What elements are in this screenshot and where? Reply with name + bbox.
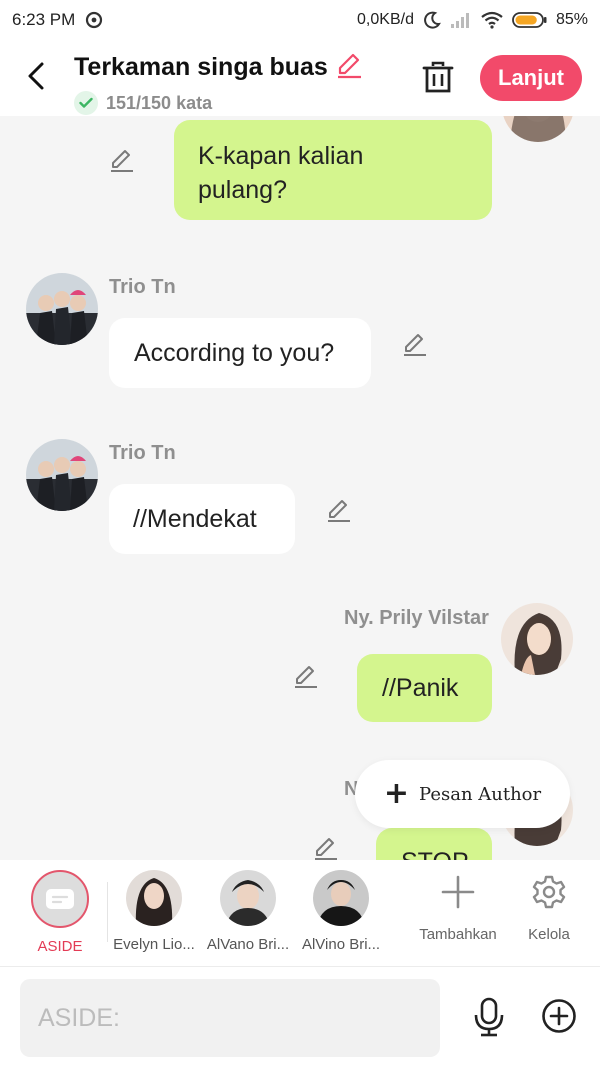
- sync-icon: [85, 11, 103, 29]
- edit-title-icon[interactable]: [334, 50, 364, 85]
- character-label: Evelyn Lio...: [113, 936, 195, 953]
- message-bubble[interactable]: //Mendekat: [109, 484, 295, 554]
- battery-icon: [512, 11, 548, 29]
- plus-icon: +: [383, 776, 410, 811]
- message-bubble[interactable]: //Panik: [357, 654, 492, 722]
- character-label: AlVino Bri...: [301, 936, 381, 953]
- manage-button[interactable]: Kelola: [504, 872, 594, 943]
- message-text: //Mendekat: [133, 505, 257, 533]
- signal-icon: [450, 11, 472, 29]
- add-attachment-button[interactable]: [541, 998, 577, 1034]
- aside-avatar: [31, 870, 89, 928]
- story-title: Terkaman singa buas: [74, 53, 328, 81]
- chat-bubble-icon: [46, 889, 74, 909]
- word-count: 151/150 kata: [106, 92, 213, 113]
- message-text: STOP: [401, 845, 469, 860]
- input-bar: [0, 966, 600, 1067]
- add-author-message-button[interactable]: + Pesan Author: [355, 760, 570, 828]
- add-author-message-label: Pesan Author: [419, 783, 542, 805]
- manage-label: Kelola: [528, 926, 570, 943]
- battery-percent: 85%: [555, 11, 588, 28]
- microphone-icon: [474, 997, 504, 1037]
- avatar-trio[interactable]: [26, 439, 98, 511]
- edit-message-icon[interactable]: [312, 834, 340, 860]
- delete-button[interactable]: [418, 56, 458, 98]
- character-avatar: [126, 870, 182, 926]
- character-avatar: [313, 870, 369, 926]
- message-input[interactable]: [20, 979, 440, 1057]
- back-button[interactable]: [18, 56, 54, 96]
- avatar-prily-top[interactable]: [502, 116, 574, 142]
- chat-area[interactable]: K-kapan kalian pulang? Trio Tn According…: [0, 116, 600, 860]
- status-bar: 6:23 PM 0,0KB/d 85%: [0, 0, 600, 40]
- character-evelyn[interactable]: Evelyn Lio...: [108, 870, 200, 953]
- character-alvano[interactable]: AlVano Bri...: [202, 870, 294, 953]
- trash-icon: [422, 61, 454, 93]
- gear-icon: [504, 872, 594, 912]
- character-avatar: [220, 870, 276, 926]
- avatar-trio[interactable]: [26, 273, 98, 345]
- message-bubble[interactable]: STOP: [376, 828, 492, 860]
- character-alvino[interactable]: AlVino Bri...: [295, 870, 387, 953]
- avatar-prily[interactable]: [501, 603, 573, 675]
- voice-button[interactable]: [470, 997, 508, 1037]
- add-character-button[interactable]: Tambahkan: [413, 872, 503, 943]
- check-icon: [74, 91, 98, 115]
- edit-message-icon[interactable]: [401, 330, 429, 358]
- character-label: AlVano Bri...: [206, 936, 290, 953]
- message-text: pulang?: [198, 176, 287, 204]
- plus-icon: [413, 872, 503, 912]
- sender-name: Ny. Prily Vilstar: [344, 607, 489, 629]
- edit-message-icon[interactable]: [292, 662, 320, 690]
- message-text: K-kapan kalian: [198, 142, 364, 170]
- header: Terkaman singa buas 151/150 kata Lanjut: [0, 40, 600, 116]
- message-text: //Panik: [382, 674, 459, 702]
- message-bubble[interactable]: According to you?: [109, 318, 371, 388]
- add-character-label: Tambahkan: [419, 926, 497, 943]
- character-bar: ASIDE Evelyn Lio... AlVano Bri... AlVino…: [0, 860, 600, 966]
- moon-icon: [422, 10, 442, 30]
- sender-name: Trio Tn: [109, 442, 176, 464]
- sender-name: Trio Tn: [109, 276, 176, 298]
- wifi-icon: [480, 11, 504, 29]
- edit-message-icon[interactable]: [325, 496, 353, 524]
- message-bubble[interactable]: K-kapan kalian pulang?: [174, 120, 492, 220]
- edit-message-icon[interactable]: [108, 146, 136, 174]
- chevron-left-icon: [28, 62, 44, 90]
- message-text: According to you?: [134, 339, 335, 367]
- character-label: ASIDE: [37, 938, 83, 955]
- status-time: 6:23 PM: [12, 10, 76, 29]
- character-aside[interactable]: ASIDE: [14, 870, 106, 955]
- network-speed: 0,0KB/d: [357, 11, 414, 28]
- plus-circle-icon: [542, 999, 576, 1033]
- next-button[interactable]: Lanjut: [480, 55, 582, 101]
